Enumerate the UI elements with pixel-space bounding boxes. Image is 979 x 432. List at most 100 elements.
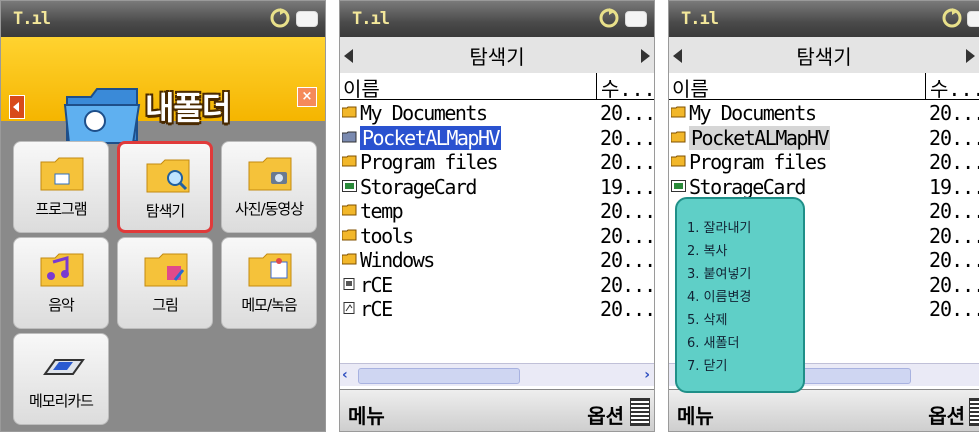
storage-card-icon: [342, 179, 357, 192]
status-bar: T.ıl: [669, 1, 979, 37]
memo-icon: [248, 253, 292, 287]
tile-label: 음악: [48, 296, 75, 314]
file-size: 20...: [929, 150, 979, 174]
column-name-header[interactable]: 이름: [343, 73, 380, 102]
file-size: 20...: [929, 297, 979, 321]
file-size: 20...: [929, 199, 979, 223]
tile-memo-recording[interactable]: 메모/녹음: [221, 237, 317, 329]
close-button[interactable]: ×: [297, 87, 317, 107]
tile-label: 사진/동영상: [234, 200, 304, 218]
list-item[interactable]: My Documents 20...: [340, 101, 654, 126]
menu-item-paste[interactable]: 3. 붙여넣기: [687, 263, 751, 282]
file-name: My Documents: [360, 101, 488, 125]
folder-icon: [342, 131, 357, 142]
folder-icon: [342, 204, 357, 216]
keyboard-icon[interactable]: [969, 398, 979, 426]
file-name: PocketALMapHV: [360, 125, 502, 150]
file-icon: [343, 277, 355, 290]
battery-icon: [625, 11, 647, 27]
file-name: rCE: [360, 272, 393, 297]
folder-logo-icon: [63, 88, 141, 144]
battery-icon: [967, 11, 979, 27]
tile-music[interactable]: 음악: [13, 237, 109, 329]
list-item[interactable]: Program files 20...: [669, 150, 979, 175]
scroll-thumb[interactable]: [358, 368, 520, 384]
arrow-right-icon[interactable]: [641, 49, 650, 63]
menu-item-copy[interactable]: 2. 복사: [687, 240, 727, 259]
options-softkey[interactable]: 옵션: [587, 400, 624, 429]
tile-pictures[interactable]: 그림: [117, 237, 213, 329]
menu-item-cut[interactable]: 1. 잘라내기: [687, 217, 751, 236]
file-name: temp: [360, 199, 404, 223]
list-item[interactable]: StorageCard 19...: [340, 175, 654, 200]
keyboard-icon[interactable]: [630, 398, 650, 426]
magnifier-icon: [146, 159, 190, 193]
app-title-bar: 탐색기: [669, 37, 979, 74]
file-size: 20...: [600, 272, 655, 297]
folder-icon: [342, 253, 357, 265]
folder-icon: [342, 106, 357, 118]
list-item[interactable]: tools 20...: [340, 224, 654, 249]
signal-icon: T.ıl: [352, 9, 390, 29]
folder-icon: [671, 155, 686, 167]
memory-card-icon: [43, 359, 85, 375]
file-size: 20...: [600, 223, 655, 248]
context-menu: 1. 잘라내기 2. 복사 3. 붙여넣기 4. 이름변경 5. 삭제 6. 새…: [675, 197, 805, 393]
file-size: 20...: [600, 101, 655, 125]
tile-label: 메모리카드: [28, 392, 94, 410]
file-size: 20...: [929, 125, 979, 150]
file-size: 20...: [600, 248, 655, 272]
folder-icon: [342, 229, 357, 240]
program-icon: [40, 157, 84, 191]
folder-icon: [342, 155, 357, 167]
list-item[interactable]: rCE 20...: [340, 273, 654, 298]
storage-card-icon: [671, 179, 686, 192]
horizontal-scrollbar[interactable]: ‹ ›: [340, 363, 654, 386]
options-softkey[interactable]: 옵션: [928, 400, 965, 429]
list-item[interactable]: PocketALMapHV 20...: [340, 125, 655, 151]
tile-memory-card[interactable]: 메모리카드: [13, 333, 109, 425]
column-size-header[interactable]: 수...: [925, 73, 979, 101]
app-title-bar: 탐색기: [340, 37, 654, 74]
file-name: StorageCard: [689, 174, 806, 199]
sync-icon: [942, 8, 962, 28]
list-item[interactable]: PocketALMapHV 20...: [669, 125, 979, 151]
file-size: 20...: [929, 272, 979, 297]
nav-prev-button[interactable]: [9, 95, 25, 119]
scroll-left-icon[interactable]: ‹: [342, 367, 356, 383]
signal-icon: T.ıl: [681, 9, 719, 29]
menu-item-new-folder[interactable]: 6. 새폴더: [687, 332, 739, 351]
file-name: tools: [360, 223, 414, 248]
list-item[interactable]: rCE 20...: [340, 297, 654, 322]
list-item[interactable]: Program files 20...: [340, 150, 654, 175]
file-size: 20...: [929, 223, 979, 248]
sync-icon: [599, 8, 619, 28]
scroll-thumb[interactable]: [789, 368, 911, 384]
menu-softkey[interactable]: 메뉴: [348, 400, 385, 429]
menu-item-rename[interactable]: 4. 이름변경: [687, 286, 751, 305]
list-item[interactable]: temp 20...: [340, 199, 654, 224]
column-name-header[interactable]: 이름: [672, 73, 709, 102]
menu-softkey[interactable]: 메뉴: [677, 400, 714, 429]
tile-programs[interactable]: 프로그램: [13, 141, 109, 233]
file-size: 19...: [600, 174, 655, 199]
list-item[interactable]: My Documents 20...: [669, 101, 979, 126]
sync-icon: [270, 8, 290, 28]
softkey-bar: 메뉴 옵션: [340, 389, 654, 431]
list-item[interactable]: Windows 20...: [340, 248, 654, 273]
file-size: 20...: [600, 125, 655, 150]
battery-icon: [296, 11, 318, 27]
file-name: My Documents: [689, 101, 817, 125]
menu-item-delete[interactable]: 5. 삭제: [687, 309, 727, 328]
tile-photos-videos[interactable]: 사진/동영상: [221, 141, 317, 233]
scroll-right-icon[interactable]: ›: [971, 367, 979, 383]
folder-icon: [671, 106, 686, 118]
tile-explorer[interactable]: 탐색기: [117, 141, 213, 233]
arrow-right-icon[interactable]: [966, 49, 975, 63]
column-size-header[interactable]: 수...: [596, 73, 654, 101]
menu-item-close[interactable]: 7. 닫기: [687, 355, 727, 374]
list-item[interactable]: StorageCard 19...: [669, 175, 979, 200]
status-bar: T.ıl: [1, 1, 325, 37]
folder-title-bar: × 내폴더: [1, 37, 325, 144]
scroll-right-icon[interactable]: ›: [636, 367, 650, 383]
